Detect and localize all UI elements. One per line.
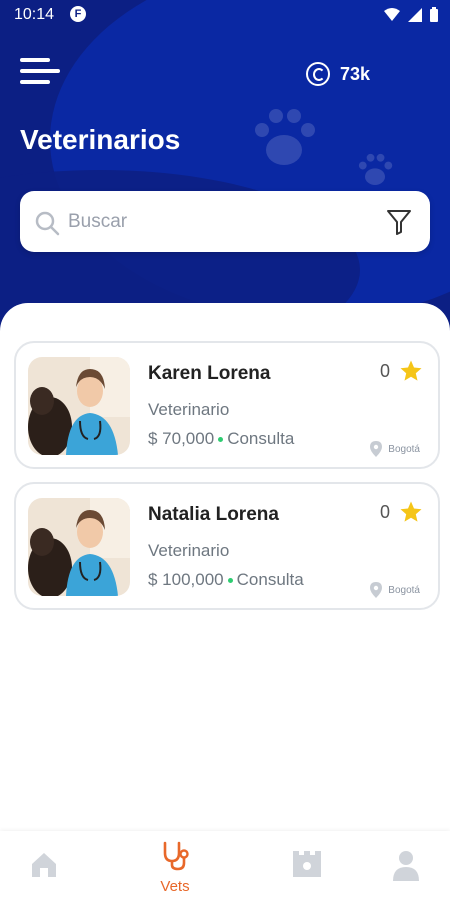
vet-price-value: $ 100,000: [148, 570, 224, 589]
status-bar: 10:14 F: [0, 0, 450, 32]
coins-balance[interactable]: 73k: [306, 62, 370, 86]
status-icons: [384, 7, 438, 22]
vet-price-value: $ 70,000: [148, 429, 215, 448]
stethoscope-icon: [163, 841, 189, 871]
nav-vets[interactable]: Vets: [145, 841, 205, 895]
vet-location: Bogotá: [370, 441, 420, 457]
nav-vets-label: Vets: [160, 878, 190, 895]
location-pin-icon: [370, 582, 383, 598]
paw-icon-small: [358, 153, 393, 185]
wifi-icon: [384, 7, 400, 21]
vet-price: $ 70,000 Consulta: [148, 429, 294, 449]
nav-shop[interactable]: [277, 851, 337, 884]
search-bar[interactable]: Buscar: [20, 191, 430, 252]
vet-card[interactable]: Natalia Lorena Veterinario $ 100,000 Cons…: [14, 482, 440, 610]
coins-value: 73k: [340, 63, 371, 84]
online-dot: [218, 437, 224, 443]
rating-value: 0: [379, 360, 390, 381]
search-icon: [35, 211, 60, 236]
profile-icon: [393, 851, 419, 881]
vet-location: Bogotá: [370, 582, 420, 598]
home-icon: [32, 853, 56, 877]
location-label: Bogotá: [388, 443, 420, 455]
page-title: Veterinarios: [20, 124, 181, 155]
vet-name: Karen Lorena: [148, 363, 271, 384]
location-pin-icon: [370, 441, 383, 457]
vet-card[interactable]: Karen Lorena Veterinario $ 70,000 Consult…: [14, 341, 440, 469]
status-time: 10:14: [14, 6, 55, 23]
notification-icon: F: [70, 6, 86, 22]
signal-icon: [408, 7, 422, 22]
filter-icon[interactable]: [386, 208, 412, 236]
vet-photo: [28, 498, 130, 596]
vet-name: Natalia Lorena: [148, 504, 279, 525]
vet-rating: 0: [380, 500, 424, 524]
search-input[interactable]: Buscar: [68, 211, 127, 233]
bottom-nav: Vets: [0, 831, 450, 900]
menu-icon[interactable]: [20, 58, 60, 90]
star-icon: [400, 501, 422, 522]
shop-icon: [293, 851, 321, 877]
vet-rating: 0: [380, 359, 424, 383]
coin-icon: [306, 62, 330, 86]
vet-role: Veterinario: [148, 400, 230, 419]
nav-home[interactable]: [14, 849, 74, 886]
vet-price-suffix: Consulta: [236, 570, 304, 589]
location-label: Bogotá: [388, 584, 420, 596]
vet-price-suffix: Consulta: [227, 429, 295, 448]
vet-role: Veterinario: [148, 541, 230, 560]
vet-price: $ 100,000 Consulta: [148, 570, 304, 590]
battery-icon: [430, 7, 438, 22]
vet-photo: [28, 357, 130, 455]
star-icon: [400, 360, 422, 381]
online-dot: [227, 578, 233, 584]
rating-value: 0: [379, 501, 390, 522]
vet-list: Karen Lorena Veterinario $ 70,000 Consult…: [0, 303, 450, 831]
header: 10:14 F 73k Veterinarios Buscar: [0, 0, 450, 340]
paw-icon: [255, 109, 315, 165]
nav-profile[interactable]: [376, 849, 436, 886]
